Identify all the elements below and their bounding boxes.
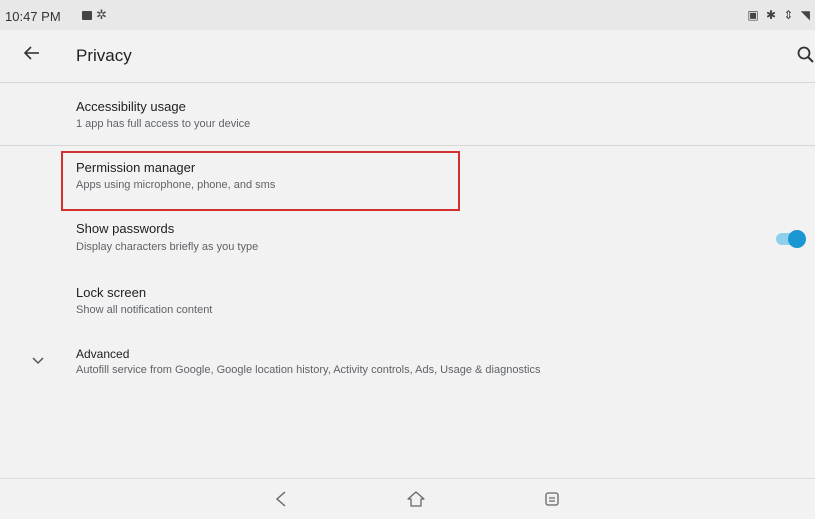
toggle-thumb bbox=[788, 230, 806, 248]
image-icon bbox=[82, 11, 92, 20]
item-summary: Autofill service from Google, Google loc… bbox=[76, 364, 541, 376]
chevron-down-icon[interactable] bbox=[30, 352, 46, 368]
item-title: Lock screen bbox=[76, 285, 147, 300]
status-time: 10:47 PM bbox=[5, 9, 61, 24]
nav-home-icon[interactable] bbox=[406, 489, 426, 509]
app-bar: Privacy bbox=[0, 30, 815, 83]
item-summary: 1 app has full access to your device bbox=[76, 118, 251, 130]
item-summary: Show all notification content bbox=[76, 304, 213, 316]
item-summary: Display characters briefly as you type bbox=[76, 241, 259, 253]
item-title: Accessibility usage bbox=[76, 99, 186, 114]
accessibility-usage-item[interactable]: Accessibility usage 1 app has full acces… bbox=[0, 92, 815, 144]
nav-back-icon[interactable] bbox=[272, 489, 290, 509]
status-icons: ▣ ✱ ⇕ ◥ bbox=[747, 8, 812, 22]
show-passwords-toggle[interactable] bbox=[774, 230, 806, 248]
item-title: Advanced bbox=[76, 347, 130, 361]
divider bbox=[0, 145, 815, 146]
nav-recents-icon[interactable] bbox=[543, 490, 561, 508]
show-passwords-item[interactable]: Show passwords Display characters briefl… bbox=[0, 215, 815, 269]
page-title: Privacy bbox=[76, 46, 132, 65]
search-icon[interactable] bbox=[796, 45, 815, 65]
status-bar: 10:47 PM ✲ ▣ ✱ ⇕ ◥ bbox=[0, 0, 815, 30]
item-title: Show passwords bbox=[76, 221, 175, 236]
lock-screen-item[interactable]: Lock screen Show all notification conten… bbox=[0, 278, 815, 330]
arrow-back-icon[interactable] bbox=[22, 43, 42, 63]
highlight-box bbox=[61, 151, 460, 211]
gear-icon: ✲ bbox=[96, 7, 107, 22]
advanced-item[interactable]: Advanced Autofill service from Google, G… bbox=[0, 338, 815, 390]
navigation-bar bbox=[0, 478, 815, 519]
